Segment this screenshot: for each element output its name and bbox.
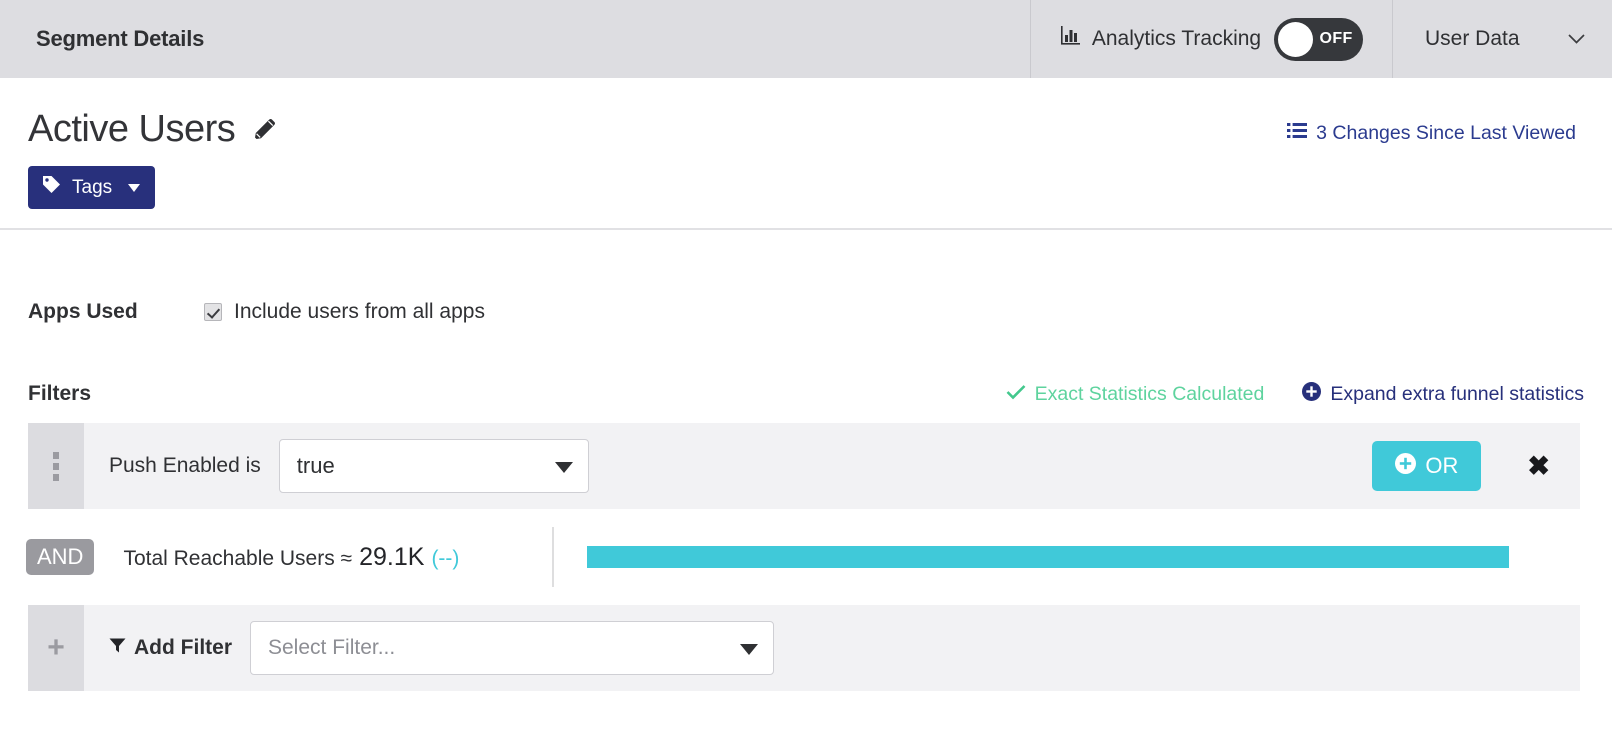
add-filter-select-placeholder: Select Filter... (268, 636, 396, 659)
funnel-icon (109, 636, 126, 660)
apps-used-label: Apps Used (28, 300, 138, 323)
analytics-tracking-toggle[interactable]: OFF (1274, 17, 1364, 61)
top-header-bar: Segment Details Analytics Tracking OFF U… (0, 0, 1612, 78)
segment-title-left: Active Users (28, 110, 279, 148)
reachable-users-value: 29.1K (359, 542, 425, 571)
segment-name: Active Users (28, 108, 236, 150)
add-filter-row: + Add Filter Select Filter... (28, 605, 1580, 691)
add-filter-select[interactable]: Select Filter... (250, 621, 774, 675)
filters-header-actions: Exact Statistics Calculated Expand extra… (1006, 381, 1584, 407)
analytics-tracking-control[interactable]: Analytics Tracking OFF (1031, 0, 1392, 78)
apps-used-section: Apps Used Include users from all apps (0, 230, 1612, 340)
plus-icon: + (47, 631, 65, 664)
exact-statistics-status: Exact Statistics Calculated (1006, 382, 1265, 406)
include-all-apps-checkbox[interactable] (204, 303, 222, 321)
toggle-knob (1278, 21, 1314, 57)
filter-row-body: Push Enabled is true OR ✖ (84, 423, 1580, 509)
changes-link-label: 3 Changes Since Last Viewed (1316, 122, 1576, 144)
tags-button[interactable]: Tags (28, 166, 156, 209)
page-title: Segment Details (36, 26, 205, 51)
user-data-menu[interactable]: User Data (1393, 0, 1612, 78)
analytics-tracking-label-group: Analytics Tracking (1060, 25, 1261, 53)
tags-button-label: Tags (72, 176, 113, 198)
filter-row: Push Enabled is true OR ✖ (28, 423, 1580, 509)
bar-chart-icon (1060, 25, 1082, 53)
exact-statistics-label: Exact Statistics Calculated (1034, 382, 1265, 405)
changes-since-last-viewed-link[interactable]: 3 Changes Since Last Viewed (1287, 110, 1576, 145)
and-badge-container: AND (26, 539, 96, 575)
user-data-label: User Data (1425, 27, 1520, 50)
reachable-users-bar-track (554, 509, 1580, 605)
reachable-users-row: AND Total Reachable Users ≈ 29.1K (--) (26, 509, 1580, 605)
tag-icon (42, 175, 61, 200)
include-all-apps-checkbox-group[interactable]: Include users from all apps (204, 300, 485, 324)
reachable-users-label: Total Reachable Users ≈ (123, 546, 353, 570)
filter-drag-handle[interactable] (28, 423, 84, 509)
segment-title-row: Active Users 3 Changes Since Last Viewed (28, 78, 1576, 148)
filters-area: Push Enabled is true OR ✖ AND Total Reac… (0, 423, 1612, 691)
reachable-users-text: Total Reachable Users ≈ 29.1K (--) (96, 543, 496, 572)
check-icon (1006, 384, 1026, 404)
expand-funnel-statistics-link[interactable]: Expand extra funnel statistics (1302, 381, 1584, 407)
add-filter-label-group: Add Filter (109, 636, 232, 660)
add-or-condition-label: OR (1425, 453, 1459, 478)
chevron-down-icon (1567, 31, 1586, 48)
page-title-container: Segment Details (0, 0, 1030, 78)
chevron-down-icon (554, 462, 573, 473)
add-or-condition-button[interactable]: OR (1372, 441, 1482, 491)
expand-funnel-label: Expand extra funnel statistics (1330, 382, 1584, 405)
drag-handle-icon (53, 451, 59, 481)
filter-value-select-value: true (296, 453, 335, 478)
include-all-apps-label: Include users from all apps (234, 300, 485, 323)
pencil-icon[interactable] (251, 115, 279, 148)
filter-value-select[interactable]: true (278, 439, 589, 493)
filters-header: Filters Exact Statistics Calculated Expa… (0, 378, 1612, 410)
reachable-users-percent: (--) (431, 546, 460, 570)
filters-title: Filters (28, 382, 92, 405)
add-filter-label: Add Filter (134, 636, 232, 659)
add-filter-row-body: Add Filter Select Filter... (84, 605, 1580, 691)
filter-condition-label: Push Enabled is (109, 454, 261, 477)
plus-circle-icon (1395, 452, 1417, 480)
chevron-down-icon (128, 183, 141, 192)
close-icon[interactable]: ✖ (1527, 452, 1550, 480)
add-filter-plus-column[interactable]: + (28, 605, 84, 691)
reachable-users-bar (587, 546, 1509, 568)
chevron-down-icon (740, 644, 758, 655)
toggle-state-label: OFF (1319, 30, 1353, 47)
list-icon (1287, 122, 1308, 145)
analytics-tracking-label: Analytics Tracking (1091, 27, 1262, 50)
plus-circle-icon (1302, 381, 1322, 407)
and-operator-badge[interactable]: AND (26, 539, 95, 575)
segment-title-block: Active Users 3 Changes Since Last Viewed… (0, 78, 1612, 228)
